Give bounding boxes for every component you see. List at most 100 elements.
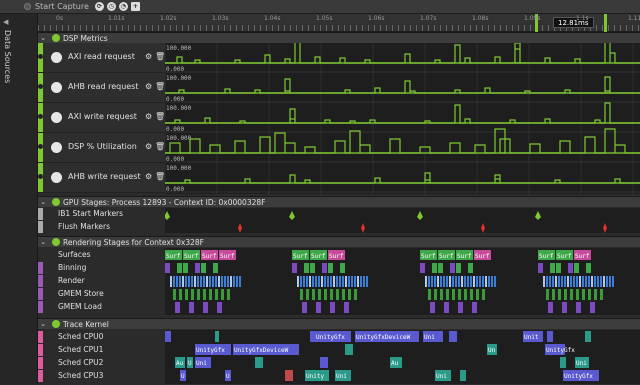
binning-block[interactable] xyxy=(556,263,561,273)
render-block[interactable] xyxy=(570,276,572,287)
gmem-store-block[interactable] xyxy=(185,289,188,300)
render-block[interactable] xyxy=(170,276,172,287)
render-block[interactable] xyxy=(476,276,478,287)
gmem-load-block[interactable] xyxy=(444,302,449,313)
render-block[interactable] xyxy=(330,276,332,287)
row-handle-icon[interactable] xyxy=(38,114,43,119)
render-block[interactable] xyxy=(206,276,208,287)
trash-icon[interactable]: 🗑 xyxy=(155,112,165,121)
gmem-store-block[interactable] xyxy=(209,289,212,300)
gmem-store-block[interactable] xyxy=(476,289,479,300)
metric-toggle-icon[interactable] xyxy=(51,142,62,153)
cpu-slice[interactable] xyxy=(215,331,219,342)
metric-row[interactable]: AHB read request ⚙ 🗑 xyxy=(38,73,165,103)
render-block[interactable] xyxy=(567,276,569,287)
render-block[interactable] xyxy=(224,276,226,287)
render-block[interactable] xyxy=(458,276,460,287)
gmem-store-block[interactable] xyxy=(440,289,443,300)
ib1-marker[interactable] xyxy=(289,211,295,220)
group-dsp-metrics[interactable]: ⌄ DSP Metrics xyxy=(38,32,640,43)
cpu-slice[interactable] xyxy=(320,357,328,368)
gmem-store-block[interactable] xyxy=(203,289,206,300)
gmem-store-block[interactable] xyxy=(179,289,182,300)
render-block[interactable] xyxy=(306,276,308,287)
flush-marker[interactable] xyxy=(238,223,242,233)
render-block[interactable] xyxy=(315,276,317,287)
render-block[interactable] xyxy=(473,276,475,287)
gmem-store-block[interactable] xyxy=(570,289,573,300)
render-block[interactable] xyxy=(446,276,448,287)
render-block[interactable] xyxy=(188,276,190,287)
row-ib1-start-markers[interactable]: IB1 Start Markers xyxy=(38,208,165,220)
binning-block[interactable] xyxy=(340,263,345,273)
gmem-load-block[interactable] xyxy=(217,302,222,313)
row-handle-icon[interactable] xyxy=(38,174,43,179)
row-sched-cpu3[interactable]: Sched CPU3 xyxy=(38,370,165,382)
row-sched-cpu2[interactable]: Sched CPU2 xyxy=(38,357,165,369)
gmem-store-block[interactable] xyxy=(300,289,303,300)
flush-marker[interactable] xyxy=(481,223,485,233)
gmem-store-block[interactable] xyxy=(428,289,431,300)
trace-tracks[interactable]: UnityGfx UnityGfxDeviceW Uni Unit UnityGfx Un… xyxy=(165,330,640,385)
cpu-slice[interactable] xyxy=(285,370,293,381)
render-block[interactable] xyxy=(197,276,199,287)
row-handle-icon[interactable] xyxy=(38,54,43,59)
render-block[interactable] xyxy=(297,276,299,287)
render-block[interactable] xyxy=(491,276,493,287)
binning-block[interactable] xyxy=(165,263,170,273)
row-sched-cpu1[interactable]: Sched CPU1 xyxy=(38,344,165,356)
render-block[interactable] xyxy=(179,276,181,287)
group-rendering-stages[interactable]: ⌄ Rendering Stages for Context 0x328F xyxy=(38,236,640,247)
render-block[interactable] xyxy=(300,276,302,287)
trash-icon[interactable]: 🗑 xyxy=(155,52,165,61)
start-capture-button[interactable]: Start Capture xyxy=(35,2,89,11)
row-handle-icon[interactable] xyxy=(38,84,43,89)
row-handle-icon[interactable] xyxy=(38,144,43,149)
render-block[interactable] xyxy=(336,276,338,287)
gmem-store-block[interactable] xyxy=(342,289,345,300)
render-block[interactable] xyxy=(194,276,196,287)
binning-block[interactable] xyxy=(195,263,200,273)
gmem-store-block[interactable] xyxy=(348,289,351,300)
data-sources-tab[interactable]: ◀ Data Sources xyxy=(0,14,38,385)
binning-block[interactable] xyxy=(468,263,473,273)
render-block[interactable] xyxy=(227,276,229,287)
row-render[interactable]: Render xyxy=(38,275,165,287)
render-block[interactable] xyxy=(443,276,445,287)
gear-icon[interactable]: ⚙ xyxy=(145,82,152,91)
render-block[interactable] xyxy=(318,276,320,287)
render-block[interactable] xyxy=(342,276,344,287)
chevron-down-icon[interactable]: ⌄ xyxy=(38,198,48,206)
render-block[interactable] xyxy=(546,276,548,287)
render-block[interactable] xyxy=(176,276,178,287)
trash-icon[interactable]: 🗑 xyxy=(155,82,165,91)
render-block[interactable] xyxy=(218,276,220,287)
gmem-store-block[interactable] xyxy=(336,289,339,300)
gmem-store-block[interactable] xyxy=(330,289,333,300)
render-block[interactable] xyxy=(351,276,353,287)
cpu-slice[interactable] xyxy=(460,370,466,381)
render-block[interactable] xyxy=(555,276,557,287)
render-block[interactable] xyxy=(588,276,590,287)
binning-block[interactable] xyxy=(438,263,443,273)
gmem-load-block[interactable] xyxy=(562,302,567,313)
render-block[interactable] xyxy=(212,276,214,287)
binning-block[interactable] xyxy=(310,263,315,273)
render-block[interactable] xyxy=(239,276,241,287)
export-icon[interactable]: + xyxy=(130,2,140,11)
binning-block[interactable] xyxy=(183,263,188,273)
trash-icon[interactable]: 🗑 xyxy=(155,172,165,181)
render-block[interactable] xyxy=(354,276,356,287)
timer-icon[interactable]: ◔ xyxy=(118,2,128,11)
render-block[interactable] xyxy=(440,276,442,287)
render-block[interactable] xyxy=(549,276,551,287)
metric-row[interactable]: AHB write request ⚙ 🗑 xyxy=(38,163,165,193)
binning-block[interactable] xyxy=(420,263,425,273)
render-block[interactable] xyxy=(327,276,329,287)
metric-toggle-icon[interactable] xyxy=(51,82,62,93)
render-block[interactable] xyxy=(558,276,560,287)
metric-row[interactable]: AXI read request ⚙ 🗑 xyxy=(38,43,165,73)
gmem-load-block[interactable] xyxy=(203,302,208,313)
ib1-marker[interactable] xyxy=(535,211,541,220)
gmem-store-block[interactable] xyxy=(582,289,585,300)
